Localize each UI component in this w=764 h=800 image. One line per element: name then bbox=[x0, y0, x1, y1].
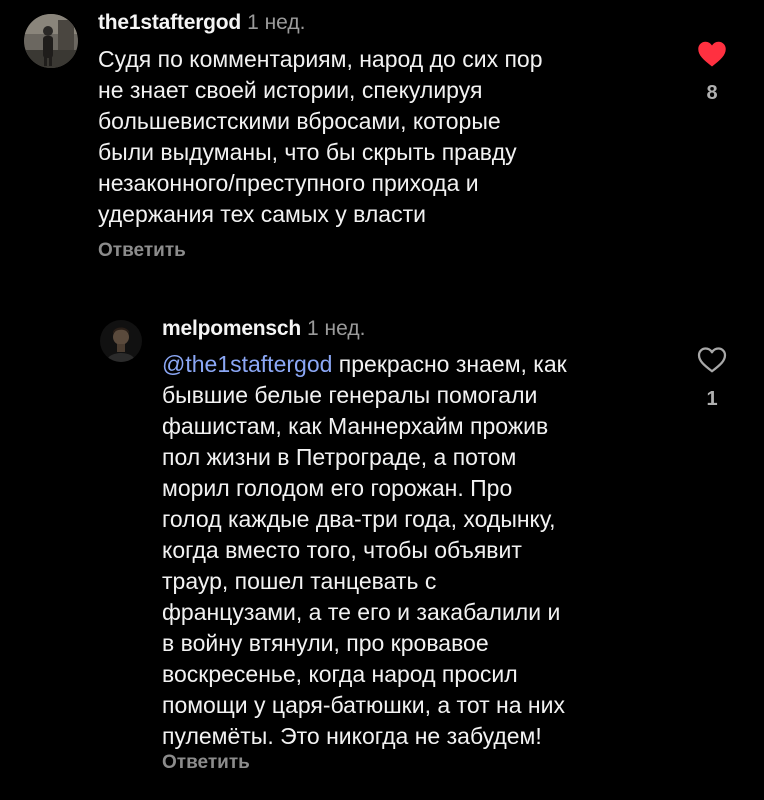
comment-text-line: траур, пошел танцевать с bbox=[162, 568, 437, 594]
comment-text-line: были выдуманы, что бы скрыть правду bbox=[98, 139, 517, 165]
like-count: 1 bbox=[706, 388, 718, 410]
comment-text-line: @the1staftergod прекрасно знаем, как bbox=[162, 349, 567, 380]
timestamp: 1 нед. bbox=[307, 317, 366, 340]
mention-link[interactable]: @the1staftergod bbox=[162, 351, 332, 377]
heart-filled-icon bbox=[682, 40, 742, 68]
username[interactable]: melpomensch bbox=[162, 317, 301, 340]
comment-text-line: не знает своей истории, спекулируя bbox=[98, 77, 483, 103]
comment-text-line: французами, а те его и закабалили и bbox=[162, 599, 561, 625]
comment-the1staftergod: the1staftergod 1 нед. Судя по комментария… bbox=[0, 0, 764, 280]
comment-text-line: бывшие белые генералы помогали bbox=[162, 382, 538, 408]
comment-text-line: голод каждые два-три года, ходынку, bbox=[162, 506, 556, 532]
timestamp: 1 нед. bbox=[247, 11, 306, 34]
comment-text-line: пол жизни в Петрограде, а потом bbox=[162, 444, 517, 470]
comment-header: the1staftergod 1 нед. bbox=[98, 10, 305, 36]
comment-text-line: Судя по комментариям, народ до сих пор bbox=[98, 46, 543, 72]
like-count: 8 bbox=[706, 82, 718, 104]
like-button[interactable]: 8 bbox=[682, 40, 742, 105]
comment-text-line: помощи у царя-батюшки, а тот на них bbox=[162, 692, 565, 718]
comment-text-line: воскресенье, когда народ просил bbox=[162, 661, 518, 687]
comment-text-line: морил голодом его горожан. Про bbox=[162, 475, 513, 501]
like-button[interactable]: 1 bbox=[682, 346, 742, 411]
comment-text-line: большевистскими вбросами, которые bbox=[98, 108, 501, 134]
avatar[interactable] bbox=[100, 320, 142, 362]
comment-header: melpomensch 1 нед. bbox=[162, 316, 365, 342]
comment-melpomensch: melpomensch 1 нед. @the1staftergod прекра… bbox=[0, 300, 764, 800]
comment-text-line: когда вместо того, чтобы объявит bbox=[162, 537, 522, 563]
comment-text-segment: прекрасно знаем, как bbox=[332, 351, 567, 377]
comment-text-line: пулемёты. Это никогда не забудем! bbox=[162, 723, 542, 749]
comment-text-line: незаконного/преступного прихода и bbox=[98, 170, 479, 196]
comment-text: @the1staftergod прекрасно знаем, как быв… bbox=[162, 349, 567, 752]
reply-button[interactable]: Ответить bbox=[162, 752, 250, 774]
comment-text-line: удержания тех самых у власти bbox=[98, 201, 426, 227]
comment-text: Судя по комментариям, народ до сих пор н… bbox=[98, 44, 543, 230]
comment-text-line: фашистам, как Маннерхайм прожив bbox=[162, 413, 549, 439]
heart-outline-icon bbox=[682, 346, 742, 374]
avatar[interactable] bbox=[24, 14, 78, 68]
reply-button[interactable]: Ответить bbox=[98, 240, 186, 262]
comment-text-line: в войну втянули, про кровавое bbox=[162, 630, 489, 656]
username[interactable]: the1staftergod bbox=[98, 11, 241, 34]
